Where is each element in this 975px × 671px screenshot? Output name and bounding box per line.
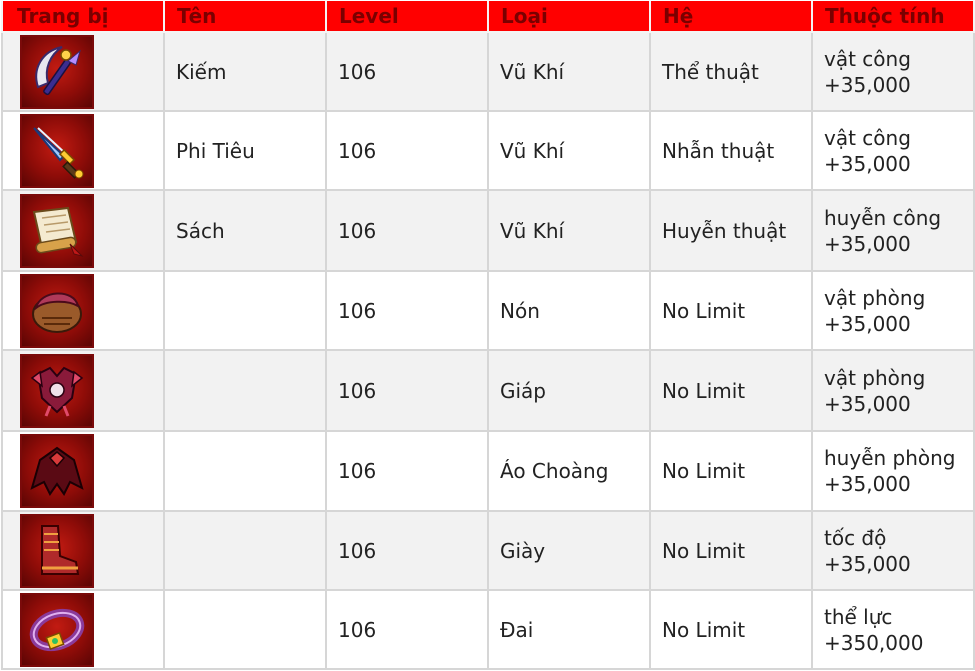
table-row: Kiếm 106 Vũ Khí Thể thuật vật công +35,0… <box>1 31 975 112</box>
attribute-value: +35,000 <box>824 311 911 336</box>
item-level: 106 <box>325 349 489 432</box>
table-row: 106 Nón No Limit vật phòng +35,000 <box>1 270 975 351</box>
item-school: No Limit <box>649 349 813 432</box>
header-attribute: Thuộc tính <box>811 1 975 33</box>
table-row: 106 Giáp No Limit vật phòng +35,000 <box>1 349 975 432</box>
table-row: 106 Áo Choàng No Limit huyễn phòng +35,0… <box>1 430 975 512</box>
equipment-cell <box>1 430 165 512</box>
item-type: Giày <box>487 510 651 591</box>
attribute-name: huyễn công <box>824 205 942 230</box>
item-school: No Limit <box>649 270 813 351</box>
item-name <box>163 589 327 670</box>
item-level: 106 <box>325 270 489 351</box>
item-school: Huyễn thuật <box>649 189 813 272</box>
table-row: 106 Giày No Limit tốc độ +35,000 <box>1 510 975 591</box>
item-name: Sách <box>163 189 327 272</box>
attribute-value: +35,000 <box>824 551 911 576</box>
equipment-cell <box>1 270 165 351</box>
table-header-row: Trang bị Tên Level Loại Hệ Thuộc tính <box>1 1 975 33</box>
sickle-weapon-icon <box>20 34 94 109</box>
item-type: Đai <box>487 589 651 670</box>
attribute-value: +35,000 <box>824 231 911 256</box>
item-type: Vũ Khí <box>487 110 651 191</box>
item-type: Nón <box>487 270 651 351</box>
attribute-name: huyễn phòng <box>824 446 956 470</box>
attribute-name: vật phòng <box>824 365 926 390</box>
header-name: Tên <box>163 1 327 33</box>
item-name <box>163 430 327 512</box>
attribute-value: +35,000 <box>824 391 911 416</box>
attribute-name: vật công <box>824 125 911 150</box>
item-type: Áo Choàng <box>487 430 651 512</box>
item-level: 106 <box>325 430 489 512</box>
item-level: 106 <box>325 189 489 272</box>
header-equipment: Trang bị <box>1 1 165 33</box>
item-attribute: huyễn công +35,000 <box>811 189 975 272</box>
hat-icon <box>20 273 94 348</box>
item-level: 106 <box>325 110 489 191</box>
attribute-name: tốc độ <box>824 525 887 550</box>
cloak-icon <box>20 434 94 508</box>
item-school: Thể thuật <box>649 31 813 112</box>
equipment-cell <box>1 349 165 432</box>
item-attribute: vật phòng +35,000 <box>811 270 975 351</box>
equipment-cell <box>1 189 165 272</box>
item-type: Vũ Khí <box>487 31 651 112</box>
item-name <box>163 510 327 591</box>
item-level: 106 <box>325 589 489 670</box>
attribute-name: vật phòng <box>824 285 926 310</box>
attribute-value: +35,000 <box>824 472 911 496</box>
equipment-cell <box>1 110 165 191</box>
item-level: 106 <box>325 510 489 591</box>
table-row: Sách 106 Vũ Khí Huyễn thuật huyễn công +… <box>1 189 975 272</box>
equipment-cell <box>1 589 165 670</box>
item-type: Giáp <box>487 349 651 432</box>
item-attribute: vật công +35,000 <box>811 110 975 191</box>
dagger-weapon-icon <box>20 113 94 188</box>
item-attribute: tốc độ +35,000 <box>811 510 975 591</box>
attribute-value: +35,000 <box>824 72 911 97</box>
attribute-name: vật công <box>824 46 911 71</box>
item-attribute: thể lực +350,000 <box>811 589 975 670</box>
armor-icon <box>20 353 94 428</box>
item-name: Phi Tiêu <box>163 110 327 191</box>
belt-icon <box>20 592 94 667</box>
item-attribute: huyễn phòng +35,000 <box>811 430 975 512</box>
item-school: No Limit <box>649 430 813 512</box>
item-type: Vũ Khí <box>487 189 651 272</box>
header-level: Level <box>325 1 489 33</box>
equipment-cell <box>1 510 165 591</box>
item-name <box>163 270 327 351</box>
equipment-cell <box>1 31 165 112</box>
item-school: No Limit <box>649 510 813 591</box>
item-school: Nhẫn thuật <box>649 110 813 191</box>
item-school: No Limit <box>649 589 813 670</box>
item-level: 106 <box>325 31 489 112</box>
item-name: Kiếm <box>163 31 327 112</box>
attribute-value: +350,000 <box>824 630 924 655</box>
item-attribute: vật phòng +35,000 <box>811 349 975 432</box>
header-school: Hệ <box>649 1 813 33</box>
attribute-value: +35,000 <box>824 151 911 176</box>
item-attribute: vật công +35,000 <box>811 31 975 112</box>
boots-icon <box>20 513 94 588</box>
table-row: Phi Tiêu 106 Vũ Khí Nhẫn thuật vật công … <box>1 110 975 191</box>
item-name <box>163 349 327 432</box>
equipment-table: Trang bị Tên Level Loại Hệ Thuộc tính Ki… <box>1 1 975 670</box>
header-type: Loại <box>487 1 651 33</box>
attribute-name: thể lực <box>824 604 893 629</box>
scroll-book-icon <box>20 193 94 268</box>
table-row: 106 Đai No Limit thể lực +350,000 <box>1 589 975 670</box>
